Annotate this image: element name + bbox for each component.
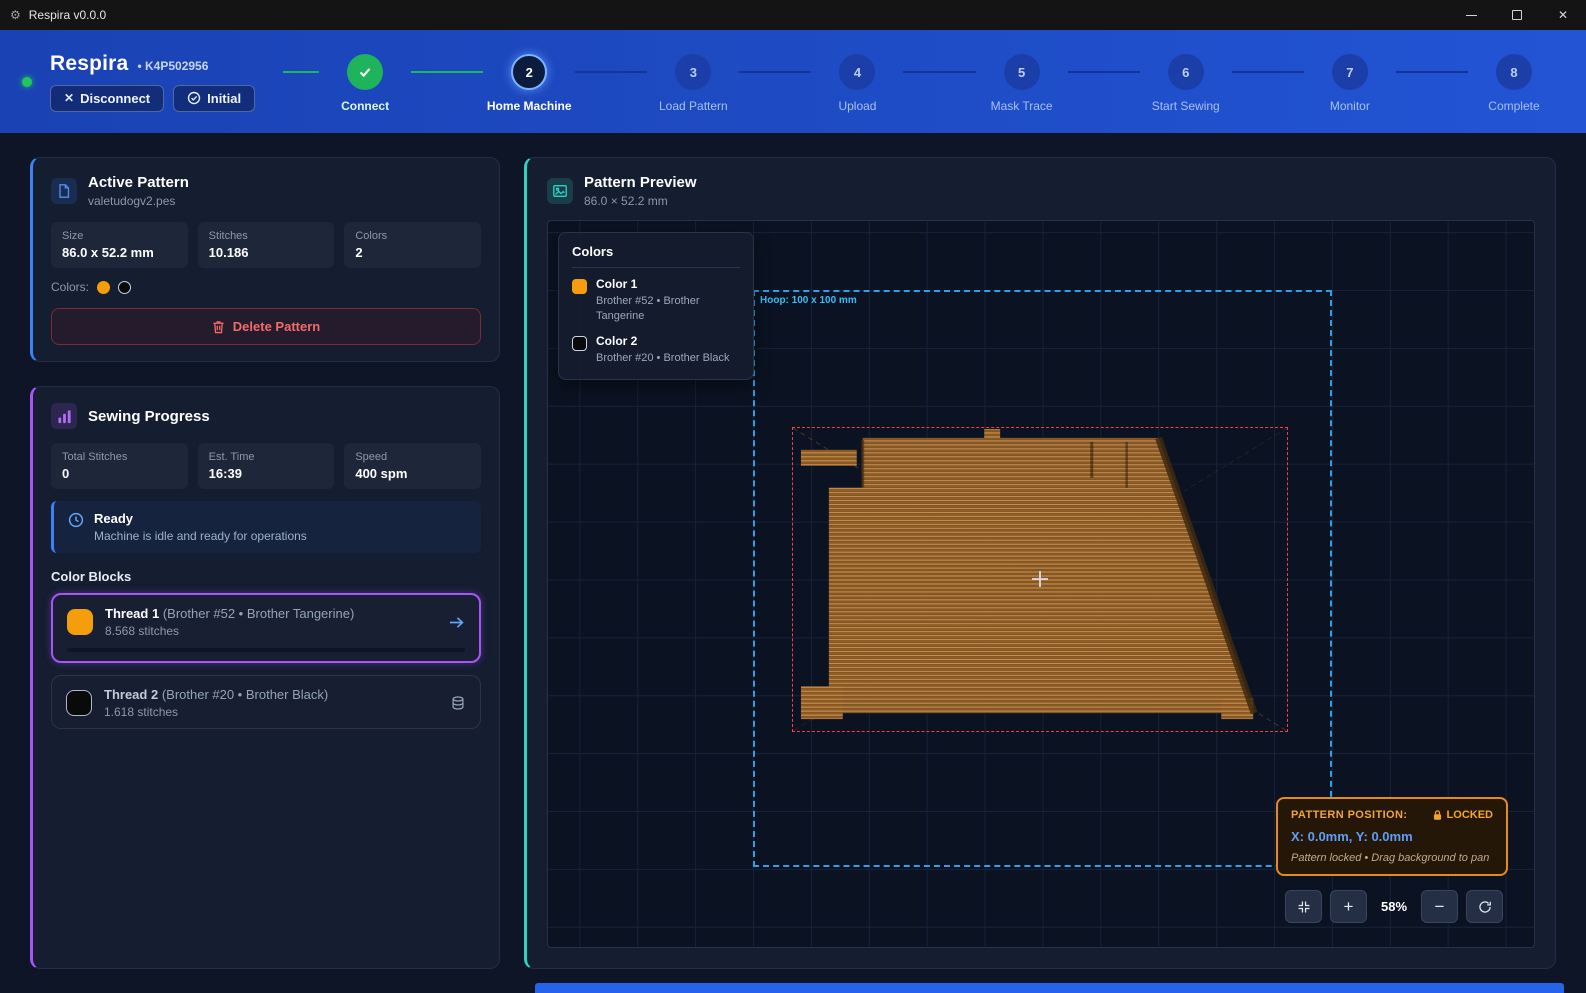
zoom-in-button[interactable]: + [1330, 890, 1367, 923]
card-title: Sewing Progress [88, 408, 210, 425]
step-start-sewing[interactable]: 6 Start Sewing [1140, 54, 1232, 113]
locked-badge: LOCKED [1432, 809, 1493, 821]
fit-view-icon [1297, 900, 1311, 914]
header-left: Respira • K4P502956 ✕ Disconnect Initial [50, 52, 255, 112]
delete-pattern-button[interactable]: Delete Pattern [51, 308, 481, 345]
step-connector [411, 71, 483, 73]
legend-color-2: Color 2 Brother #20 • Brother Black [572, 334, 740, 366]
footer-progress-strip [535, 983, 1564, 993]
connection-status-dot [22, 77, 32, 87]
status-title: Ready [94, 511, 307, 526]
step-monitor[interactable]: 7 Monitor [1304, 54, 1396, 113]
thread-block-1[interactable]: Thread 1 (Brother #52 • Brother Tangerin… [51, 593, 481, 663]
app-name: Respira [50, 52, 128, 76]
initial-button[interactable]: Initial [173, 85, 255, 112]
app-icon: ⚙ [10, 8, 21, 22]
trash-icon [212, 320, 225, 334]
pattern-coords: X: 0.0mm, Y: 0.0mm [1291, 829, 1493, 844]
reset-view-button[interactable] [1466, 890, 1503, 923]
hoop-label: Hoop: 100 x 100 mm [760, 295, 857, 306]
step-home-machine[interactable]: 2 Home Machine [483, 54, 575, 113]
legend-color-1: Color 1 Brother #52 • Brother Tangerine [572, 277, 740, 324]
minimize-icon [1466, 15, 1477, 16]
stat-size: Size 86.0 x 52.2 mm [51, 222, 188, 268]
left-column: Active Pattern valetudogv2.pes Size 86.0… [30, 157, 500, 969]
status-text: Machine is idle and ready for operations [94, 529, 307, 543]
stat-est-time: Est. Time 16:39 [198, 443, 335, 489]
app-header: Respira • K4P502956 ✕ Disconnect Initial… [0, 30, 1586, 133]
check-circle-icon [187, 91, 201, 105]
image-icon [547, 178, 573, 204]
clock-icon [68, 512, 84, 543]
pattern-dimensions: 86.0 × 52.2 mm [584, 194, 697, 208]
close-button[interactable]: ✕ [1540, 0, 1586, 30]
legend-swatch [572, 336, 587, 351]
fit-view-button[interactable] [1285, 890, 1322, 923]
pattern-filename: valetudogv2.pes [88, 194, 189, 208]
bar-chart-icon [51, 403, 77, 429]
window-title: Respira v0.0.0 [29, 8, 106, 22]
step-connector [283, 71, 319, 73]
thread-block-2[interactable]: Thread 2 (Brother #20 • Brother Black) 1… [51, 675, 481, 729]
zoom-out-button[interactable]: − [1421, 890, 1458, 923]
pattern-position-overlay: PATTERN POSITION: LOCKED X: 0.0mm, Y: 0.… [1276, 797, 1508, 876]
stat-stitches: Stitches 10.186 [198, 222, 335, 268]
plus-icon: + [1344, 897, 1354, 917]
step-mask-trace[interactable]: 5 Mask Trace [976, 54, 1068, 113]
color-dot-2 [118, 281, 131, 294]
maximize-button[interactable] [1494, 0, 1540, 30]
stat-colors: Colors 2 [344, 222, 481, 268]
main-content: Active Pattern valetudogv2.pes Size 86.0… [0, 133, 1586, 983]
preview-canvas[interactable]: Colors Color 1 Brother #52 • Brother Tan… [547, 220, 1535, 948]
stat-total-stitches: Total Stitches 0 [51, 443, 188, 489]
colors-legend-panel: Colors Color 1 Brother #52 • Brother Tan… [558, 232, 754, 380]
pan-hint: Pattern locked • Drag background to pan [1291, 852, 1493, 864]
zoom-controls: + 58% − [1285, 890, 1503, 923]
step-complete[interactable]: 8 Complete [1468, 54, 1560, 113]
active-pattern-card: Active Pattern valetudogv2.pes Size 86.0… [30, 157, 500, 362]
step-connector [1232, 71, 1304, 73]
maximize-icon [1512, 10, 1522, 20]
step-upload[interactable]: 4 Upload [811, 54, 903, 113]
machine-serial: K4P502956 [145, 59, 208, 73]
right-column: Pattern Preview 86.0 × 52.2 mm Colors Co… [524, 157, 1556, 969]
step-connector [1068, 71, 1140, 73]
disconnect-x-icon: ✕ [64, 91, 74, 105]
step-check-icon [347, 54, 383, 90]
stat-speed: Speed 400 spm [344, 443, 481, 489]
minus-icon: − [1435, 897, 1445, 917]
thread-swatch [67, 609, 93, 635]
pattern-bounds[interactable] [792, 427, 1288, 732]
machine-status-box: Ready Machine is idle and ready for oper… [51, 501, 481, 553]
step-load-pattern[interactable]: 3 Load Pattern [647, 54, 739, 113]
step-connector [575, 71, 647, 73]
step-connect[interactable]: Connect [319, 54, 411, 113]
pattern-preview-card: Pattern Preview 86.0 × 52.2 mm Colors Co… [524, 157, 1556, 969]
card-title: Active Pattern [88, 174, 189, 191]
document-icon [51, 178, 77, 204]
step-connector [1396, 71, 1468, 73]
disconnect-button[interactable]: ✕ Disconnect [50, 85, 164, 112]
legend-swatch [572, 279, 587, 294]
pattern-colors-row: Colors: [51, 280, 481, 294]
stitch-render [793, 428, 1287, 731]
arrow-right-icon [448, 615, 465, 630]
sewing-progress-card: Sewing Progress Total Stitches 0 Est. Ti… [30, 386, 500, 969]
lock-icon [1432, 809, 1443, 821]
thread-swatch [66, 690, 92, 716]
workflow-stepper: Connect 2 Home Machine 3 Load Pattern 4 … [283, 50, 1560, 113]
refresh-icon [1478, 900, 1492, 914]
zoom-level: 58% [1375, 899, 1413, 914]
close-icon: ✕ [1558, 8, 1568, 22]
card-title: Pattern Preview [584, 174, 697, 191]
color-blocks-heading: Color Blocks [51, 569, 481, 584]
stack-icon [450, 695, 466, 711]
step-connector [903, 71, 975, 73]
step-connector [739, 71, 811, 73]
window-titlebar: ⚙ Respira v0.0.0 ✕ [0, 0, 1586, 30]
minimize-button[interactable] [1448, 0, 1494, 30]
thread-progress-bar [67, 648, 465, 652]
color-dot-1 [97, 281, 110, 294]
